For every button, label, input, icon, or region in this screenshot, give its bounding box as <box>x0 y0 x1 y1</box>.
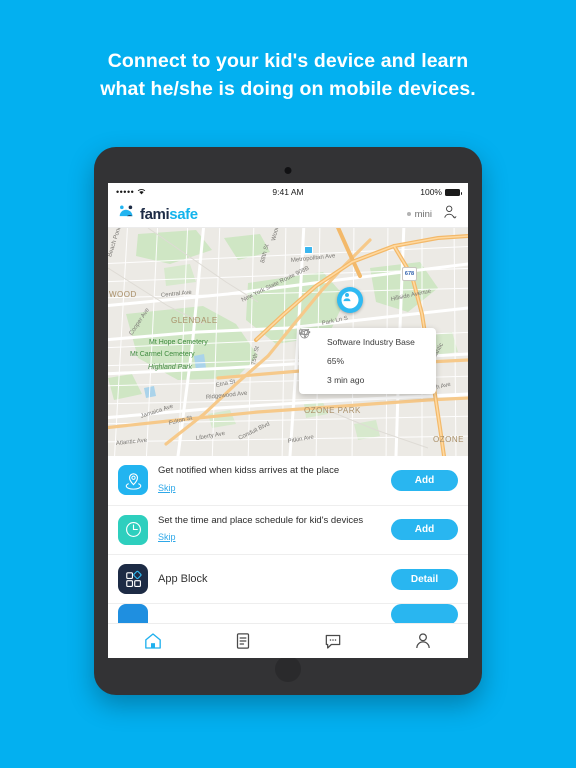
app-block-grid-icon <box>118 564 148 595</box>
feature-text-appblock: App Block <box>158 572 391 587</box>
detail-button-appblock[interactable]: Detail <box>391 568 458 590</box>
place-marker-icon[interactable] <box>304 246 313 254</box>
headline-line-2: what he/she is doing on mobile devices. <box>100 77 476 100</box>
device-selector[interactable]: mini <box>406 208 432 220</box>
device-name-label: mini <box>414 208 432 220</box>
logo-text-fami: fami <box>140 205 170 223</box>
skip-link[interactable]: Skip <box>158 483 176 493</box>
profile-person-icon <box>416 633 430 649</box>
location-map[interactable]: Beach Pond Rd WOOD Central Ave GLENDALE Coop… <box>108 228 468 456</box>
info-row-updated: 3 min ago <box>300 329 427 386</box>
feature-row-screentime[interactable]: Set the time and place schedule for kid'… <box>108 506 468 556</box>
add-button-geofence[interactable]: Add <box>391 469 458 491</box>
add-button-screentime[interactable]: Add <box>391 519 458 541</box>
nav-item-home[interactable] <box>108 624 198 658</box>
app-header: famisafe mini <box>108 201 468 228</box>
nav-item-reports[interactable] <box>198 624 288 658</box>
place-name-label: Software Industry Base <box>327 337 415 347</box>
highway-shield-label: 678 <box>404 271 415 277</box>
person-glyph-icon <box>343 292 351 302</box>
history-clock-icon <box>300 329 320 386</box>
feature-title: Get notified when kidss arrives at the p… <box>158 465 340 476</box>
feature-title: Set the time and place schedule for kid'… <box>158 514 364 526</box>
feature-title: App Block <box>158 572 208 585</box>
app-logo[interactable]: famisafe <box>118 205 198 223</box>
partial-feature-button[interactable] <box>391 604 458 626</box>
battery-icon <box>299 329 320 367</box>
status-dot-icon <box>406 212 411 216</box>
geofence-pin-icon <box>118 465 148 496</box>
feature-row-appblock[interactable]: App Block Detail <box>108 555 468 605</box>
feature-text-geofence: Get notified when kidss arrives at the p… <box>158 465 391 496</box>
person-location-pin-icon[interactable] <box>337 287 363 313</box>
battery-percent-label: 100% <box>420 187 442 197</box>
nav-item-profile[interactable] <box>378 624 468 658</box>
tablet-device-frame: ••••• 9:41 AM 100% famisafe mini Beach P… <box>94 147 482 695</box>
status-bar: ••••• 9:41 AM 100% <box>108 183 468 201</box>
feature-list: Get notified when kidss arrives at the p… <box>108 456 468 651</box>
logo-text-safe: safe <box>169 205 198 223</box>
status-bar-time: 9:41 AM <box>272 187 304 197</box>
battery-level-label: 65% <box>327 356 345 366</box>
last-updated-label: 3 min ago <box>327 375 365 385</box>
highway-shield-icon: 678 <box>402 267 417 281</box>
battery-full-icon <box>445 188 462 196</box>
home-icon <box>145 633 161 649</box>
status-bar-right: 100% <box>420 187 462 197</box>
skip-link[interactable]: Skip <box>158 532 176 542</box>
nav-item-messages[interactable] <box>288 624 378 658</box>
headline-line-1: Connect to your kid's device and learn <box>107 50 469 72</box>
info-row-place: Software Industry Base <box>299 328 427 348</box>
famisafe-logo-icon <box>118 205 135 223</box>
front-camera-icon <box>284 167 292 174</box>
page-title: Connect to your kid's device and learn w… <box>0 48 576 103</box>
info-row-battery: 65% <box>299 329 427 367</box>
home-button[interactable] <box>275 656 301 682</box>
feature-row-geofence[interactable]: Get notified when kidss arrives at the p… <box>108 456 468 506</box>
logo-wordmark: famisafe <box>140 206 198 223</box>
feature-text-screentime: Set the time and place schedule for kid'… <box>158 515 391 546</box>
screen-time-clock-icon <box>118 514 148 545</box>
device-screen: ••••• 9:41 AM 100% famisafe mini Beach P… <box>108 183 468 658</box>
account-person-icon[interactable] <box>442 204 458 225</box>
location-info-card[interactable]: Software Industry Base 65% 3 min ago <box>299 328 436 394</box>
report-document-icon <box>236 633 250 649</box>
chat-bubble-icon <box>325 634 341 649</box>
app-header-right: mini <box>406 204 458 225</box>
bottom-navigation <box>108 623 468 658</box>
